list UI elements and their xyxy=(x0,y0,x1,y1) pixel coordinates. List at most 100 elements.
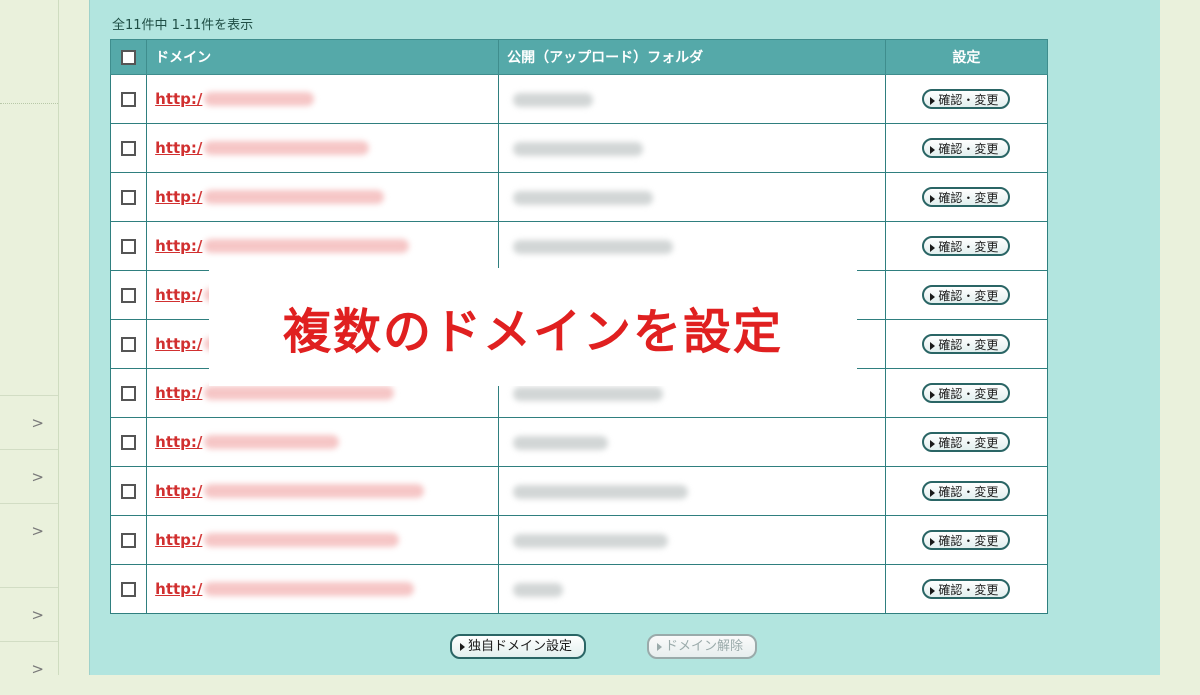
redacted-folder xyxy=(513,190,654,205)
row-checkbox[interactable] xyxy=(121,239,137,254)
folder-cell xyxy=(498,515,886,565)
domain-link[interactable]: http:/ xyxy=(155,286,202,304)
row-select-cell[interactable] xyxy=(109,221,148,271)
confirm-change-button[interactable]: 確認・変更 xyxy=(922,481,1011,501)
row-checkbox[interactable] xyxy=(121,484,137,499)
sidebar-nav-item-2[interactable]: > xyxy=(0,449,58,503)
remove-domain-button[interactable]: ドメイン解除 xyxy=(647,634,758,659)
header-folder: 公開（アップロード）フォルダ xyxy=(498,39,886,75)
confirm-change-button[interactable]: 確認・変更 xyxy=(922,530,1011,550)
domain-link[interactable]: http:/ xyxy=(155,531,202,549)
sidebar-nav-item-1[interactable]: > xyxy=(0,395,58,449)
row-checkbox[interactable] xyxy=(121,386,137,401)
setting-cell: 確認・変更 xyxy=(884,319,1049,369)
row-select-cell[interactable] xyxy=(109,564,148,614)
select-all-checkbox[interactable] xyxy=(121,49,137,65)
play-icon xyxy=(930,292,936,301)
overlay-title: 複数のドメインを設定 xyxy=(282,304,783,360)
domain-cell: http:/ xyxy=(146,123,500,173)
row-select-cell[interactable] xyxy=(109,172,148,222)
play-icon xyxy=(930,537,936,546)
folder-cell xyxy=(498,221,886,271)
row-checkbox[interactable] xyxy=(121,92,137,107)
redacted-folder xyxy=(513,92,594,107)
confirm-change-label: 確認・変更 xyxy=(938,191,999,205)
folder-cell xyxy=(498,123,886,173)
chevron-right-icon: > xyxy=(31,521,44,540)
row-select-cell[interactable] xyxy=(109,270,148,320)
row-select-cell[interactable] xyxy=(109,123,148,173)
folder-cell xyxy=(498,172,886,222)
redacted-domain xyxy=(204,435,340,449)
table-row: http:/ 確認・変更 xyxy=(109,466,1049,516)
confirm-change-button[interactable]: 確認・変更 xyxy=(922,432,1011,452)
confirm-change-label: 確認・変更 xyxy=(938,485,999,499)
row-select-cell[interactable] xyxy=(109,319,148,369)
confirm-change-button[interactable]: 確認・変更 xyxy=(922,334,1011,354)
sidebar-nav-item-5[interactable]: > xyxy=(0,641,58,695)
domain-link[interactable]: http:/ xyxy=(155,237,202,255)
confirm-change-button[interactable]: 確認・変更 xyxy=(922,89,1011,109)
table-row: http:/ 確認・変更 xyxy=(109,172,1049,222)
domain-link[interactable]: http:/ xyxy=(155,188,202,206)
setting-cell: 確認・変更 xyxy=(884,515,1049,565)
sidebar-nav-item-4[interactable]: > xyxy=(0,587,58,641)
confirm-change-label: 確認・変更 xyxy=(938,436,999,450)
row-checkbox[interactable] xyxy=(121,533,137,548)
row-checkbox[interactable] xyxy=(121,190,137,205)
row-select-cell[interactable] xyxy=(109,466,148,516)
setting-cell: 確認・変更 xyxy=(884,466,1049,516)
domain-link[interactable]: http:/ xyxy=(155,139,202,157)
confirm-change-label: 確認・変更 xyxy=(938,534,999,548)
header-select-all[interactable] xyxy=(109,39,148,75)
confirm-change-button[interactable]: 確認・変更 xyxy=(922,236,1011,256)
domain-link[interactable]: http:/ xyxy=(155,580,202,598)
folder-cell xyxy=(498,74,886,124)
redacted-domain xyxy=(204,190,385,204)
confirm-change-button[interactable]: 確認・変更 xyxy=(922,579,1011,599)
confirm-change-label: 確認・変更 xyxy=(938,289,999,303)
row-select-cell[interactable] xyxy=(109,417,148,467)
chevron-right-icon: > xyxy=(31,467,44,486)
domain-link[interactable]: http:/ xyxy=(155,384,202,402)
table-row: http:/ 確認・変更 xyxy=(109,123,1049,173)
setting-cell: 確認・変更 xyxy=(884,564,1049,614)
chevron-right-icon: > xyxy=(31,413,44,432)
play-icon xyxy=(930,586,936,595)
confirm-change-label: 確認・変更 xyxy=(938,240,999,254)
row-checkbox[interactable] xyxy=(121,141,137,156)
redacted-domain xyxy=(204,582,415,596)
row-select-cell[interactable] xyxy=(109,74,148,124)
row-checkbox[interactable] xyxy=(121,435,137,450)
confirm-change-label: 確認・変更 xyxy=(938,142,999,156)
domain-link[interactable]: http:/ xyxy=(155,482,202,500)
table-row: http:/ 確認・変更 xyxy=(109,74,1049,124)
confirm-change-button[interactable]: 確認・変更 xyxy=(922,187,1011,207)
redacted-domain xyxy=(204,92,315,106)
gutter xyxy=(59,0,89,675)
domain-link[interactable]: http:/ xyxy=(155,335,202,353)
set-domain-button[interactable]: 独自ドメイン設定 xyxy=(450,634,587,659)
row-checkbox[interactable] xyxy=(121,288,137,303)
domain-link[interactable]: http:/ xyxy=(155,433,202,451)
domain-link[interactable]: http:/ xyxy=(155,90,202,108)
row-select-cell[interactable] xyxy=(109,515,148,565)
domain-cell: http:/ xyxy=(146,564,500,614)
play-icon xyxy=(930,488,936,497)
confirm-change-button[interactable]: 確認・変更 xyxy=(922,285,1011,305)
row-select-cell[interactable] xyxy=(109,368,148,418)
set-domain-label: 独自ドメイン設定 xyxy=(468,639,573,654)
row-checkbox[interactable] xyxy=(121,582,137,597)
table-row: http:/ 確認・変更 xyxy=(109,417,1049,467)
redacted-domain xyxy=(204,239,410,253)
confirm-change-button[interactable]: 確認・変更 xyxy=(922,138,1011,158)
setting-cell: 確認・変更 xyxy=(884,221,1049,271)
confirm-change-label: 確認・変更 xyxy=(938,583,999,597)
play-icon xyxy=(930,194,936,203)
folder-cell xyxy=(498,466,886,516)
confirm-change-button[interactable]: 確認・変更 xyxy=(922,383,1011,403)
title-overlay: 複数のドメインを設定 xyxy=(209,268,857,386)
sidebar-nav-item-3[interactable]: > xyxy=(0,503,58,557)
redacted-domain xyxy=(204,386,395,400)
row-checkbox[interactable] xyxy=(121,337,137,352)
